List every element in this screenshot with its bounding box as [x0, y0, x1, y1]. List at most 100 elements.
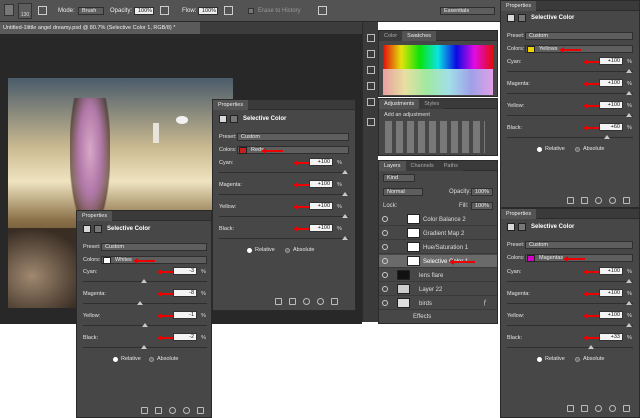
view-previous-icon[interactable]	[289, 298, 296, 305]
black-value[interactable]: +100	[309, 224, 333, 232]
black-slider[interactable]	[219, 238, 349, 239]
black-slider-thumb[interactable]	[604, 135, 610, 139]
layer-row[interactable]: Layer 22	[379, 283, 497, 296]
black-value[interactable]: -2	[173, 333, 197, 341]
history-icon[interactable]	[367, 34, 375, 42]
colors-dropdown[interactable]: Reds	[237, 146, 349, 154]
view-previous-icon[interactable]	[155, 407, 162, 414]
yellow-slider-thumb[interactable]	[342, 214, 348, 218]
reset-icon[interactable]	[595, 197, 602, 204]
yellow-slider-thumb[interactable]	[626, 113, 632, 117]
view-previous-icon[interactable]	[581, 197, 588, 204]
yellow-value[interactable]: +100	[599, 311, 623, 319]
absolute-radio[interactable]	[575, 357, 580, 362]
trash-icon[interactable]	[623, 197, 630, 204]
yellow-value[interactable]: +100	[309, 202, 333, 210]
trash-icon[interactable]	[197, 407, 204, 414]
info-icon[interactable]	[367, 82, 375, 90]
clip-to-layer-icon[interactable]	[275, 298, 282, 305]
cyan-value[interactable]: +100	[309, 158, 333, 166]
fx-icon[interactable]: ƒ	[483, 300, 486, 306]
clip-to-layer-icon[interactable]	[141, 407, 148, 414]
reset-icon[interactable]	[303, 298, 310, 305]
trash-icon[interactable]	[331, 298, 338, 305]
yellow-slider-thumb[interactable]	[142, 323, 148, 327]
clip-to-layer-icon[interactable]	[567, 197, 574, 204]
cyan-slider-thumb[interactable]	[141, 279, 147, 283]
cyan-value[interactable]: +100	[599, 57, 623, 65]
reset-icon[interactable]	[169, 407, 176, 414]
cyan-value[interactable]: +100	[599, 267, 623, 275]
preset-dropdown[interactable]: Custom	[237, 133, 349, 141]
magenta-value[interactable]: +100	[309, 180, 333, 188]
magenta-slider-thumb[interactable]	[342, 192, 348, 196]
eye-icon[interactable]	[382, 230, 388, 236]
cyan-slider[interactable]	[507, 71, 633, 72]
magenta-slider-thumb[interactable]	[626, 301, 632, 305]
magenta-value[interactable]: -8	[173, 289, 197, 297]
yellow-slider[interactable]	[507, 325, 633, 326]
black-slider-thumb[interactable]	[588, 345, 594, 349]
view-previous-icon[interactable]	[581, 405, 588, 412]
cyan-slider[interactable]	[219, 172, 349, 173]
layer-row[interactable]: Hue/Saturation 1	[379, 241, 497, 254]
airbrush-icon[interactable]	[224, 6, 233, 15]
yellow-value[interactable]: -1	[173, 311, 197, 319]
eye-icon[interactable]	[382, 258, 388, 264]
yellow-value[interactable]: +100	[599, 101, 623, 109]
visibility-icon[interactable]	[183, 407, 190, 414]
yellow-slider[interactable]	[219, 216, 349, 217]
cyan-slider[interactable]	[507, 281, 633, 282]
absolute-radio[interactable]	[575, 147, 580, 152]
layer-row[interactable]: lens flare	[379, 269, 497, 282]
properties-tab[interactable]: Properties	[501, 209, 639, 219]
mask-icon[interactable]	[230, 115, 238, 123]
magenta-slider-thumb[interactable]	[137, 301, 143, 305]
relative-radio[interactable]	[537, 147, 542, 152]
tab-swatches[interactable]: Swatches	[402, 31, 437, 41]
yellow-slider[interactable]	[507, 115, 633, 116]
black-slider[interactable]	[507, 347, 633, 348]
actions-icon[interactable]	[367, 50, 375, 58]
tab-channels[interactable]: Channels	[405, 161, 439, 171]
opacity-field[interactable]: 100%	[134, 7, 154, 15]
visibility-icon[interactable]	[609, 405, 616, 412]
erase-history-checkbox[interactable]	[248, 8, 254, 14]
layer-row[interactable]: Gradient Map 2	[379, 227, 497, 240]
black-value[interactable]: +33	[599, 333, 623, 341]
magenta-slider-thumb[interactable]	[626, 91, 632, 95]
black-slider-thumb[interactable]	[342, 236, 348, 240]
eye-icon[interactable]	[382, 216, 388, 222]
tab-adjustments[interactable]: Adjustments	[379, 99, 420, 109]
adjustment-icons[interactable]	[385, 121, 485, 153]
tab-styles[interactable]: Styles	[419, 99, 445, 109]
flow-field[interactable]: 100%	[198, 7, 218, 15]
brush-preset-picker[interactable]: 130	[18, 3, 32, 19]
magenta-value[interactable]: +100	[599, 79, 623, 87]
clone-source-icon[interactable]	[367, 98, 375, 106]
absolute-radio[interactable]	[149, 357, 154, 362]
brush-icon[interactable]	[367, 66, 375, 74]
cyan-slider-thumb[interactable]	[342, 170, 348, 174]
layer-row-selected[interactable]: Selective Color 1	[379, 255, 497, 268]
magenta-slider[interactable]	[219, 194, 349, 195]
visibility-icon[interactable]	[609, 197, 616, 204]
character-icon[interactable]	[367, 118, 375, 126]
layer-row[interactable]: Color Balance 2	[379, 213, 497, 226]
brush-panel-icon[interactable]	[38, 6, 47, 15]
yellow-slider-thumb[interactable]	[626, 323, 632, 327]
mask-icon[interactable]	[518, 14, 526, 22]
relative-radio[interactable]	[113, 357, 118, 362]
black-slider[interactable]	[507, 137, 633, 138]
absolute-radio[interactable]	[285, 248, 290, 253]
magenta-value[interactable]: +100	[599, 289, 623, 297]
brush-tool-icon[interactable]	[4, 4, 14, 16]
clip-to-layer-icon[interactable]	[567, 405, 574, 412]
mask-icon[interactable]	[94, 225, 102, 233]
preset-dropdown[interactable]: Custom	[525, 32, 633, 40]
pressure-size-icon[interactable]	[318, 6, 327, 15]
properties-tab[interactable]: Properties	[501, 1, 639, 11]
workspace-dropdown[interactable]: Essentials	[440, 7, 495, 15]
tab-color[interactable]: Color	[379, 31, 403, 41]
tab-layers[interactable]: Layers	[379, 161, 406, 171]
